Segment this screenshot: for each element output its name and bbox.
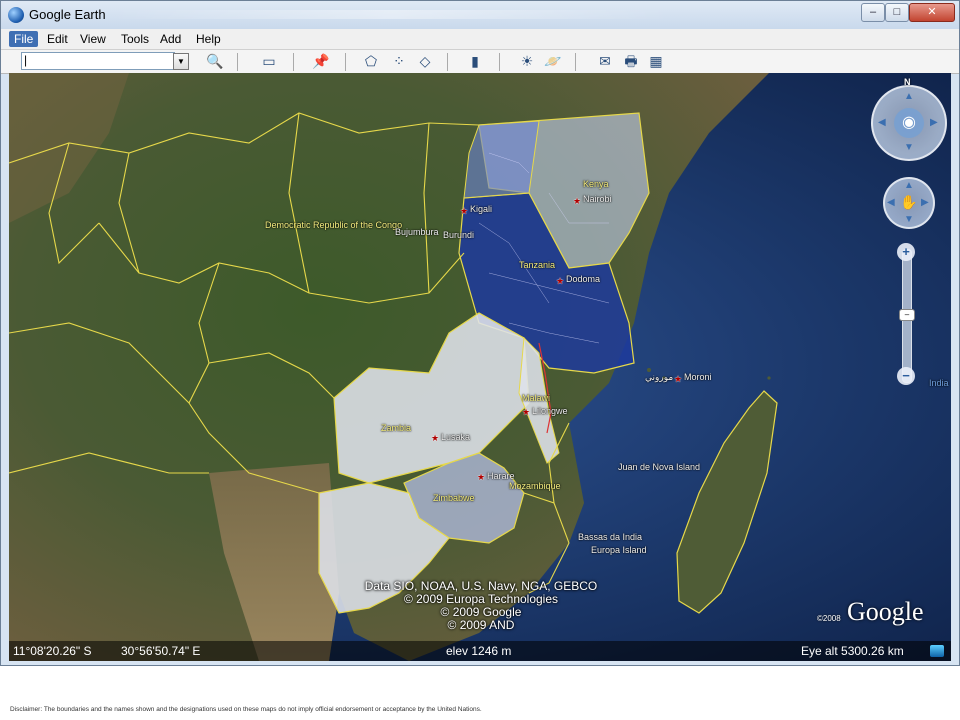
move-up-arrow-icon[interactable]: ▲ bbox=[904, 180, 914, 191]
capital-star-icon: ★ bbox=[477, 472, 486, 482]
zoom-slider-handle[interactable]: – bbox=[899, 309, 915, 321]
google-logo: Google bbox=[847, 597, 924, 626]
polygon-icon[interactable]: ⬠ bbox=[361, 52, 381, 71]
move-right-arrow-icon[interactable]: ▶ bbox=[921, 197, 929, 208]
capital-star-icon: ★ bbox=[431, 433, 440, 443]
disclaimer-text: Disclaimer: The boundaries and the names… bbox=[10, 706, 482, 713]
window-title: Google Earth bbox=[29, 7, 106, 22]
zoom-in-button[interactable]: + bbox=[897, 243, 915, 261]
capital-star-icon: ★ bbox=[522, 407, 531, 417]
menu-view[interactable]: View bbox=[75, 31, 111, 47]
look-right-arrow-icon[interactable]: ▶ bbox=[930, 117, 938, 128]
status-bar: 11°08'20.26" S 30°56'50.74" E elev 1246 … bbox=[9, 641, 951, 661]
sidebar-icon[interactable]: ▭ bbox=[259, 52, 279, 71]
capital-star-icon: ★ bbox=[674, 374, 683, 384]
label-europa-island: Europa Island bbox=[591, 545, 647, 555]
imagery-credits: Data SIO, NOAA, U.S. Navy, NGA, GEBCO © … bbox=[361, 580, 601, 632]
label-lilongwe: Lilongwe bbox=[532, 406, 568, 416]
menu-file[interactable]: File bbox=[9, 31, 39, 47]
label-india: India bbox=[929, 378, 949, 388]
move-navigation-ring[interactable]: ▲ ▼ ◀ ▶ ✋ bbox=[883, 177, 935, 229]
credit-line: © 2009 AND bbox=[447, 618, 515, 632]
move-left-arrow-icon[interactable]: ◀ bbox=[887, 197, 895, 208]
toolbar-separator bbox=[499, 53, 500, 71]
zoom-out-button[interactable]: − bbox=[897, 367, 915, 385]
streaming-indicator-icon bbox=[930, 645, 944, 657]
label-dodoma: Dodoma bbox=[566, 274, 601, 284]
label-bujumbura: Bujumbura bbox=[395, 227, 439, 237]
menu-tools[interactable]: Tools bbox=[116, 31, 154, 47]
maximize-button[interactable]: □ bbox=[885, 3, 909, 22]
toolbar-separator bbox=[293, 53, 294, 71]
google-earth-icon bbox=[8, 7, 24, 23]
maps-icon[interactable]: ▦ bbox=[646, 52, 666, 71]
menu-help[interactable]: Help bbox=[191, 31, 226, 47]
planet-icon[interactable]: 🪐 bbox=[543, 52, 563, 71]
eye-icon[interactable]: ◉ bbox=[894, 108, 924, 138]
title-bar[interactable]: Google Earth – □ ✕ bbox=[1, 1, 959, 29]
label-juan-de-nova: Juan de Nova Island bbox=[618, 462, 701, 472]
label-nairobi: Nairobi bbox=[583, 194, 612, 204]
label-kigali: Kigali bbox=[470, 204, 493, 214]
label-drc: Democratic Republic of the Congo bbox=[265, 220, 403, 230]
look-down-arrow-icon[interactable]: ▼ bbox=[904, 142, 914, 153]
eye-altitude-readout: Eye alt 5300.26 km bbox=[801, 644, 904, 658]
search-input[interactable]: | bbox=[21, 52, 175, 70]
menu-bar: File Edit View Tools Add Help bbox=[1, 29, 959, 50]
look-up-arrow-icon[interactable]: ▲ bbox=[904, 91, 914, 102]
toolbar-separator bbox=[345, 53, 346, 71]
label-harare: Harare bbox=[487, 471, 515, 481]
image-overlay-icon[interactable]: ◇ bbox=[415, 52, 435, 71]
longitude-readout: 30°56'50.74" E bbox=[121, 644, 201, 658]
elevation-readout: elev 1246 m bbox=[446, 644, 512, 658]
label-mozambique: Mozambique bbox=[509, 481, 561, 491]
search-dropdown-button[interactable]: ▼ bbox=[173, 53, 189, 70]
toolbar-separator bbox=[575, 53, 576, 71]
earth-map-view[interactable]: Democratic Republic of the Congo Kenya T… bbox=[9, 73, 951, 661]
logo-copyright: ©2008 bbox=[817, 614, 841, 623]
madagascar bbox=[676, 390, 778, 614]
look-navigation-ring[interactable]: N ▲ ▼ ◀ ▶ ◉ bbox=[871, 77, 947, 161]
latitude-readout: 11°08'20.26" S bbox=[13, 644, 92, 658]
capital-star-icon: ★ bbox=[556, 276, 565, 286]
email-icon[interactable]: ✉ bbox=[595, 52, 615, 71]
menu-add[interactable]: Add bbox=[155, 31, 186, 47]
label-bassas-da-india: Bassas da India bbox=[578, 532, 643, 542]
sun-icon[interactable]: ☀ bbox=[517, 52, 537, 71]
look-left-arrow-icon[interactable]: ◀ bbox=[878, 117, 886, 128]
label-zimbabwe: Zimbabwe bbox=[433, 493, 475, 503]
label-moroni-arabic: موروني bbox=[645, 372, 674, 382]
label-tanzania: Tanzania bbox=[519, 260, 556, 270]
menu-edit[interactable]: Edit bbox=[42, 31, 73, 47]
ruler-icon[interactable]: ▮ bbox=[465, 52, 485, 71]
capital-star-icon: ★ bbox=[573, 196, 582, 206]
print-icon[interactable]: 🖶 bbox=[621, 52, 641, 71]
search-icon[interactable]: 🔍 bbox=[205, 52, 225, 71]
capital-star-icon: ★ bbox=[460, 206, 469, 216]
label-malawi: Malawi bbox=[522, 393, 551, 403]
label-zambia: Zambia bbox=[381, 423, 412, 433]
hand-icon[interactable]: ✋ bbox=[899, 192, 919, 212]
label-lusaka: Lusaka bbox=[441, 432, 471, 442]
app-window: Google Earth – □ ✕ File Edit View Tools … bbox=[0, 0, 960, 666]
move-down-arrow-icon[interactable]: ▼ bbox=[904, 214, 914, 225]
toolbar: | ▼ 🔍 ▭ 📌 ⬠ ⁘ ◇ ▮ ☀ 🪐 ✉ 🖶 ▦ bbox=[1, 50, 959, 74]
terrain-layer bbox=[9, 73, 778, 661]
title-reflection bbox=[111, 10, 671, 19]
close-button[interactable]: ✕ bbox=[909, 3, 955, 22]
label-burundi: Burundi bbox=[443, 230, 475, 240]
mayotte-island bbox=[767, 376, 771, 380]
path-icon[interactable]: ⁘ bbox=[389, 52, 409, 71]
label-moroni: Moroni bbox=[684, 372, 712, 382]
label-kenya: Kenya bbox=[583, 179, 609, 189]
north-indicator[interactable]: N bbox=[904, 77, 911, 87]
toolbar-separator bbox=[237, 53, 238, 71]
toolbar-separator bbox=[447, 53, 448, 71]
minimize-button[interactable]: – bbox=[861, 3, 885, 22]
placemark-icon[interactable]: 📌 bbox=[311, 52, 331, 71]
